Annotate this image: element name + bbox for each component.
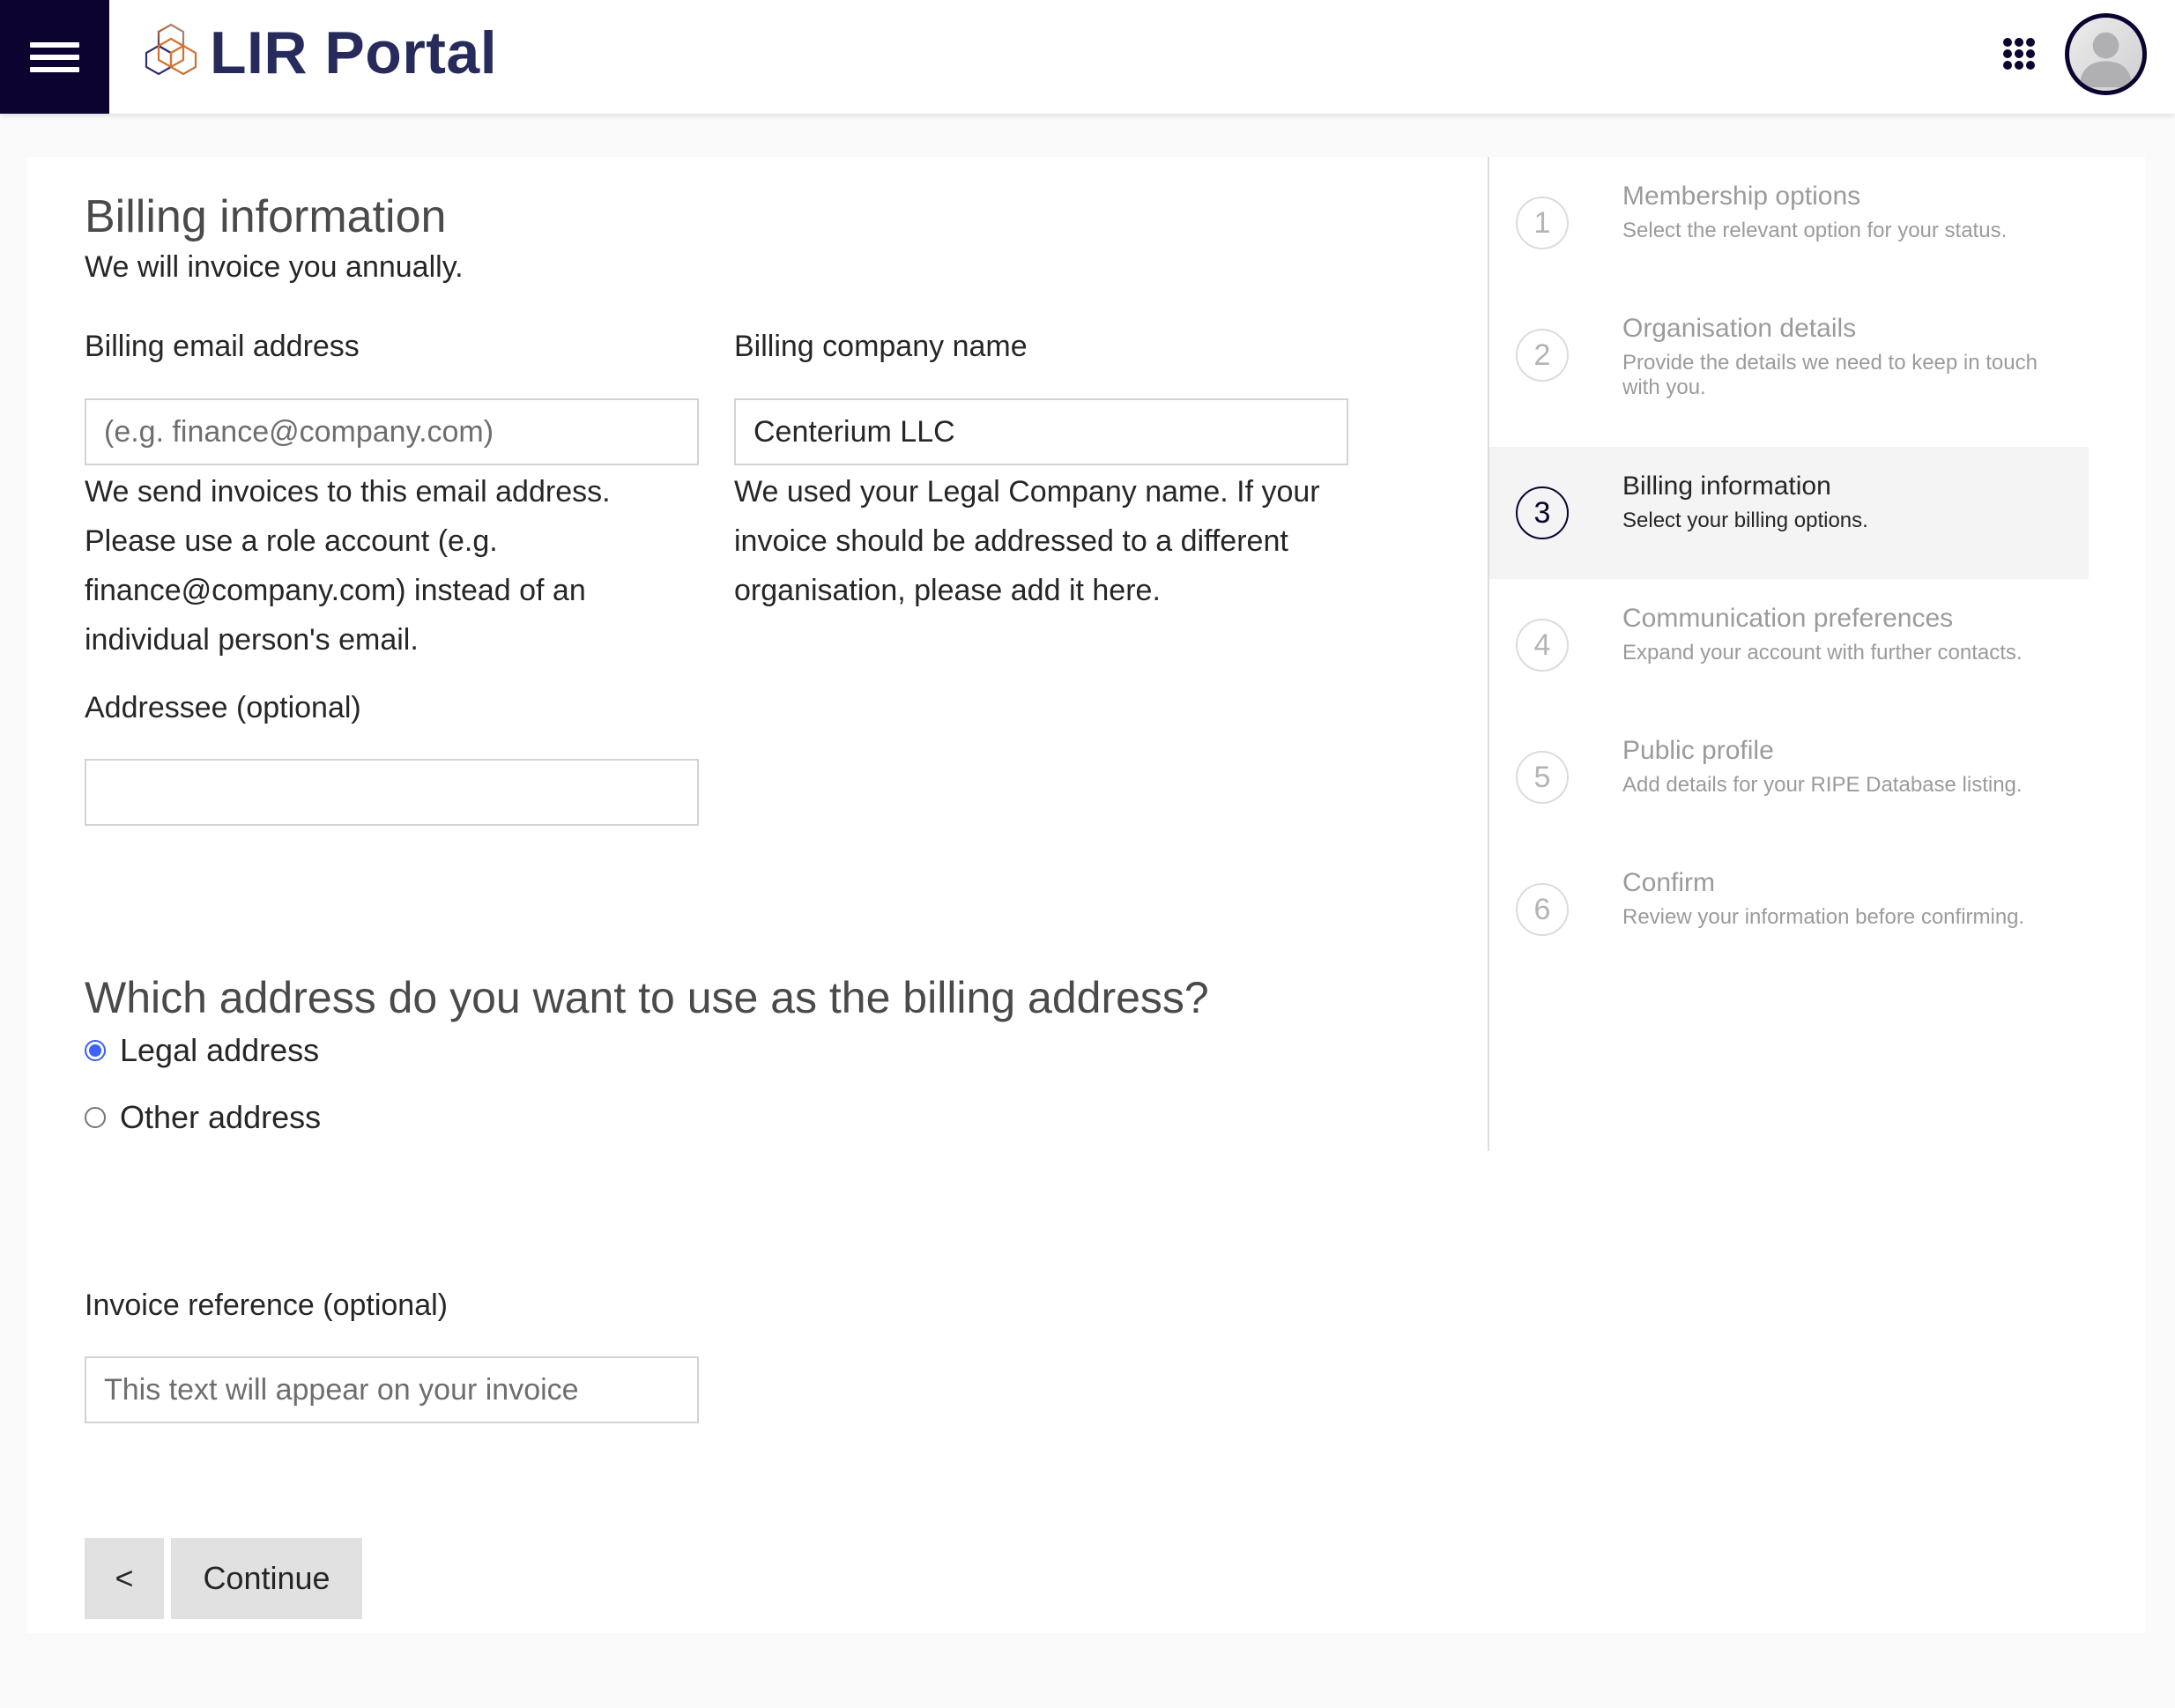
step-description: Select your billing options. (1622, 509, 1868, 532)
apps-grid-dot (2015, 49, 2023, 58)
step-title: Confirm (1622, 868, 1716, 897)
user-avatar-icon (2079, 32, 2133, 88)
step-number-circle: 4 (1516, 619, 1569, 672)
invoice-reference-label: Invoice reference (optional) (85, 1288, 449, 1322)
addressee-input[interactable] (85, 759, 699, 826)
page-title: Billing information (85, 191, 447, 242)
apps-grid-dot (2003, 49, 2012, 58)
billing-email-help: We send invoices to this email address. … (85, 475, 611, 657)
billing-company-label: Billing company name (734, 330, 1028, 363)
brand-title: LIR Portal (210, 19, 498, 86)
radio-button[interactable] (85, 1107, 106, 1128)
step-number-circle: 1 (1516, 197, 1569, 249)
hamburger-menu-icon-bar (30, 54, 79, 60)
page-subtitle: We will invoice you annually. (85, 250, 464, 284)
billing-email-input[interactable] (85, 398, 699, 465)
radio-label: Legal address (120, 1032, 320, 1068)
back-button[interactable]: < (85, 1538, 164, 1619)
step-description: Expand your account with further contact… (1622, 641, 2023, 665)
user-avatar-button[interactable] (2065, 13, 2147, 95)
menu-button[interactable] (0, 0, 109, 114)
step-billing-information[interactable]: 3 Billing information Select your billin… (1489, 447, 2089, 579)
billing-address-question: Which address do you want to use as the … (85, 973, 1209, 1022)
step-description: Add details for your RIPE Database listi… (1622, 773, 2023, 797)
addressee-label: Addressee (optional) (85, 691, 361, 724)
step-description: Select the relevant option for your stat… (1622, 219, 2008, 242)
step-public-profile[interactable]: 5 Public profile Add details for your RI… (1489, 711, 2089, 843)
billing-card: Billing information We will invoice you … (27, 157, 2145, 1633)
step-description: Review your information before confirmin… (1622, 905, 2025, 929)
step-number-circle: 2 (1516, 329, 1569, 382)
step-membership-options[interactable]: 1 Membership options Select the relevant… (1489, 157, 2089, 289)
radio-other-address[interactable]: Other address (85, 1099, 321, 1136)
step-title: Public profile (1622, 736, 1774, 765)
apps-grid-dot (2026, 61, 2035, 70)
step-title: Billing information (1622, 472, 1831, 501)
apps-grid-dot (2026, 38, 2035, 47)
step-title: Organisation details (1622, 314, 1857, 343)
radio-button-checked[interactable] (85, 1040, 106, 1061)
ripe-logo-icon (145, 23, 197, 76)
step-title: Membership options (1622, 182, 1861, 211)
apps-grid-dot (2003, 61, 2012, 70)
step-number-circle: 3 (1516, 486, 1569, 539)
step-communication-preferences[interactable]: 4 Communication preferences Expand your … (1489, 579, 2089, 711)
billing-company-help: We used your Legal Company name. If your… (734, 475, 1320, 607)
hamburger-menu-icon-bar (30, 66, 79, 72)
apps-grid-dot (2003, 38, 2012, 47)
step-number-circle: 6 (1516, 883, 1569, 936)
step-description: Provide the details we need to keep in t… (1622, 351, 2038, 399)
top-header: LIR Portal (0, 0, 2175, 114)
apps-grid-dot (2026, 49, 2035, 58)
apps-grid-icon[interactable] (2001, 35, 2039, 74)
apps-grid-dot (2015, 61, 2023, 70)
step-organisation-details[interactable]: 2 Organisation details Provide the detai… (1489, 289, 2089, 421)
continue-button[interactable]: Continue (171, 1538, 362, 1619)
apps-grid-dot (2015, 38, 2023, 47)
step-title: Communication preferences (1622, 604, 1954, 633)
radio-label: Other address (120, 1099, 322, 1135)
radio-legal-address[interactable]: Legal address (85, 1032, 319, 1069)
invoice-reference-input[interactable] (85, 1356, 699, 1423)
step-number-circle: 5 (1516, 751, 1569, 804)
step-confirm[interactable]: 6 Confirm Review your information before… (1489, 843, 2089, 976)
billing-email-label: Billing email address (85, 330, 360, 363)
billing-company-input[interactable] (734, 398, 1348, 465)
hamburger-menu-icon (30, 41, 79, 48)
